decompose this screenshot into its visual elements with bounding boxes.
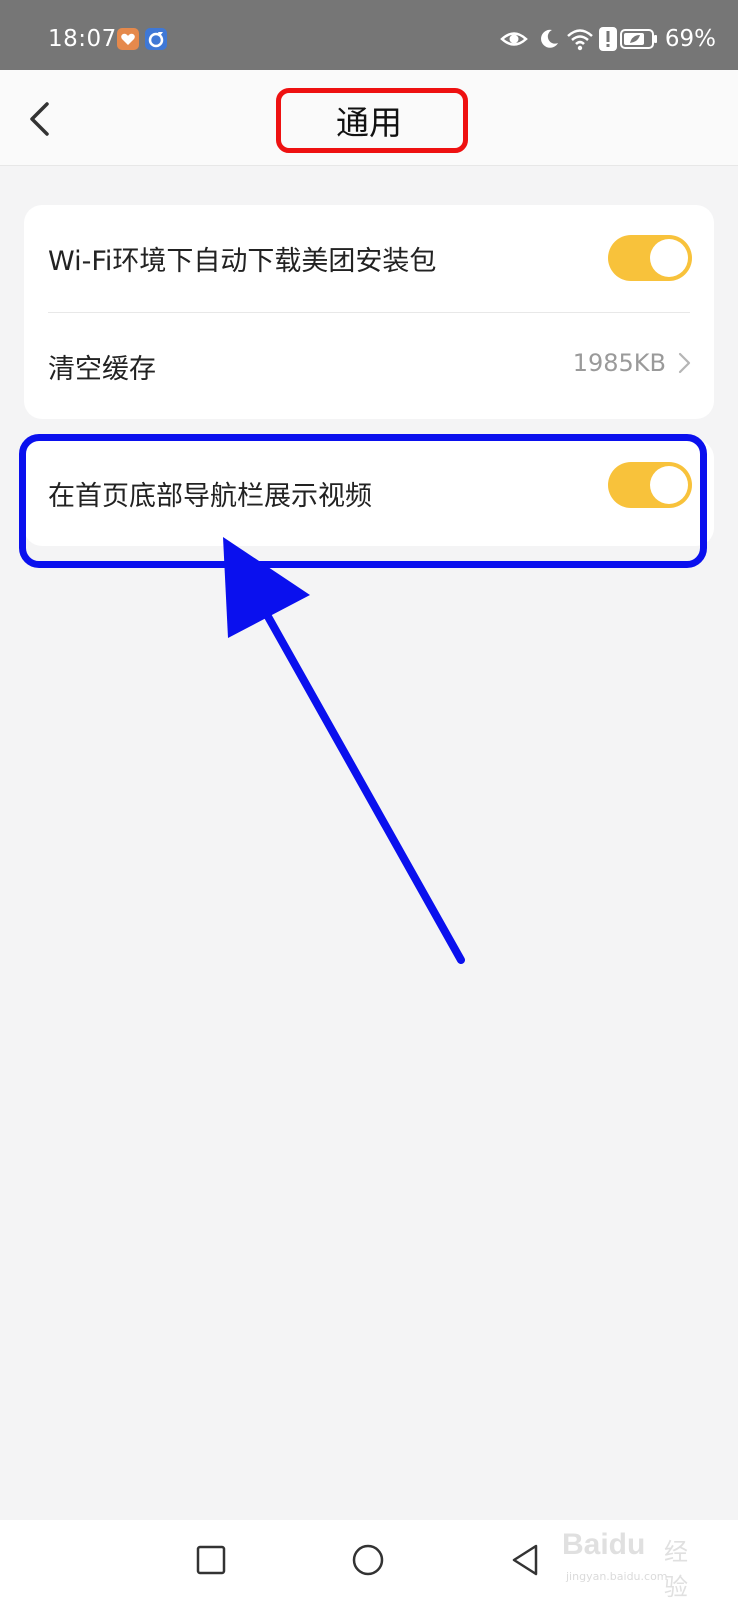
title-highlight-annotation xyxy=(276,88,468,153)
baidu-jingyan-watermark: Baidu 经验 jingyan.baidu.com xyxy=(560,1518,710,1600)
settings-group-general: Wi-Fi环境下自动下载美团安装包 清空缓存 1985KB xyxy=(24,205,714,419)
row-highlight-annotation xyxy=(19,434,707,568)
eye-icon xyxy=(500,28,528,54)
status-bar: 18:07 69% xyxy=(0,0,738,70)
battery-icon xyxy=(620,29,658,53)
watermark-url: jingyan.baidu.com xyxy=(566,1570,668,1583)
home-button[interactable] xyxy=(350,1542,386,1578)
wifi-auto-download-toggle[interactable] xyxy=(608,235,692,281)
watermark-logo: Baidu xyxy=(562,1528,646,1561)
back-triangle-icon xyxy=(512,1544,538,1576)
cache-size-value: 1985KB xyxy=(572,349,666,377)
battery-percentage: 69% xyxy=(664,26,716,52)
heart-app-icon xyxy=(117,28,139,50)
status-time: 18:07 xyxy=(48,26,117,52)
chevron-right-icon xyxy=(678,352,691,374)
toggle-knob xyxy=(650,239,688,277)
setting-label-clear-cache: 清空缓存 xyxy=(48,354,156,385)
recent-apps-button[interactable] xyxy=(193,1542,229,1578)
nav-back-button[interactable] xyxy=(508,1542,544,1578)
watermark-brand: 经验 xyxy=(664,1538,688,1600)
home-icon xyxy=(352,1544,384,1576)
recent-apps-icon xyxy=(196,1545,226,1575)
setting-row-wifi-auto-download[interactable]: Wi-Fi环境下自动下载美团安装包 xyxy=(24,205,714,313)
setting-row-clear-cache[interactable]: 清空缓存 1985KB xyxy=(24,313,714,419)
alert-icon xyxy=(598,26,618,56)
wifi-icon xyxy=(566,27,594,55)
browser-app-icon xyxy=(145,28,167,50)
page-header: 通用 xyxy=(0,70,738,166)
moon-icon xyxy=(538,28,560,54)
setting-label-wifi-auto-download: Wi-Fi环境下自动下载美团安装包 xyxy=(48,246,437,277)
